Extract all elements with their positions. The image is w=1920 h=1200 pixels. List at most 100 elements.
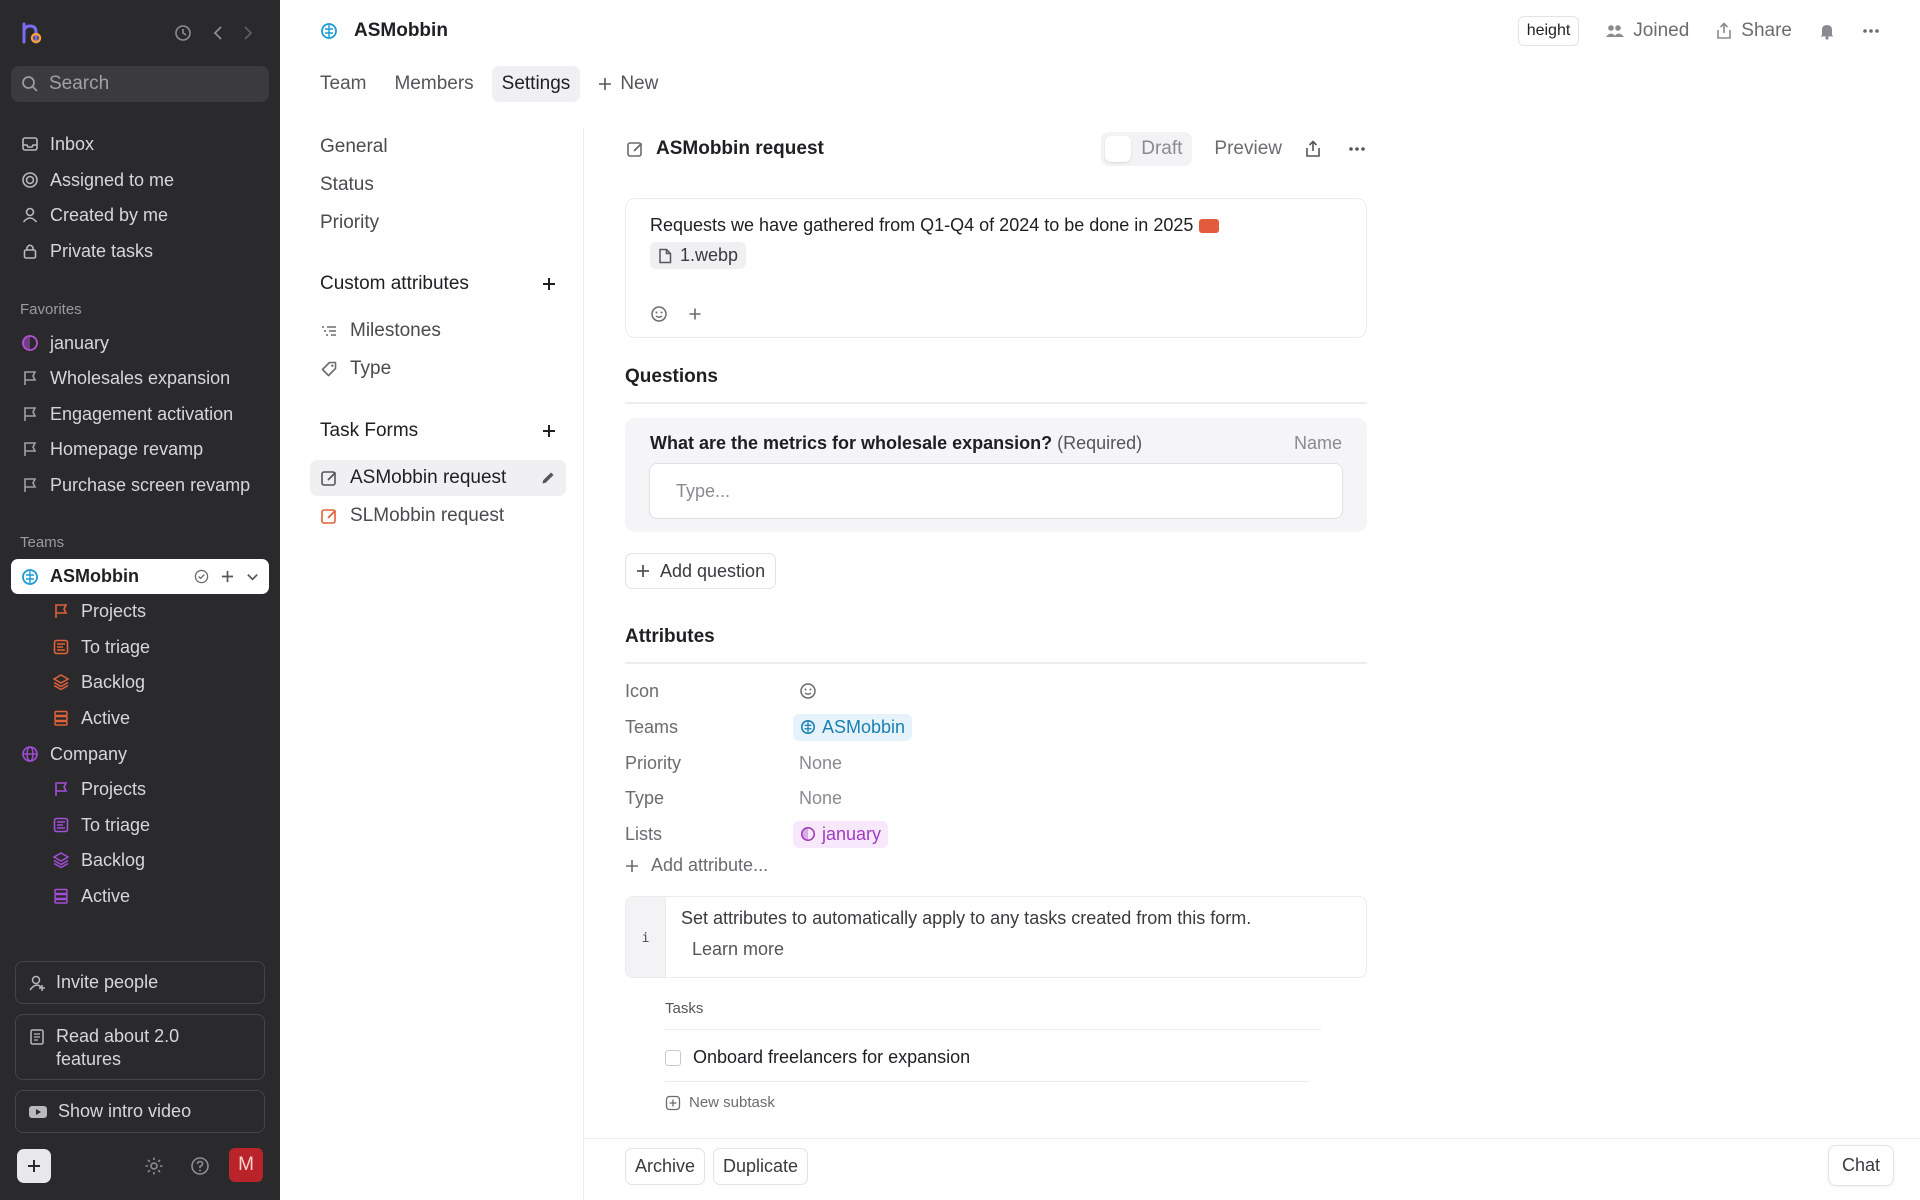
company-active[interactable]: Active xyxy=(11,879,269,913)
team-backlog[interactable]: Backlog xyxy=(11,665,269,699)
team-chip[interactable]: ASMobbin xyxy=(793,713,913,741)
sidebar-team-asmobbin[interactable]: ASMobbin xyxy=(11,559,269,594)
app-logo-icon[interactable] xyxy=(18,20,44,46)
sidebar-search[interactable] xyxy=(11,66,269,102)
favorite-engagement-activation[interactable]: Engagement activation xyxy=(11,397,269,431)
forward-arrow-icon[interactable] xyxy=(236,21,260,45)
user-plus-icon xyxy=(28,974,46,992)
new-tab-button[interactable]: New xyxy=(588,66,668,102)
task-checkbox[interactable] xyxy=(665,1049,681,1066)
settings-general[interactable]: General xyxy=(320,136,388,158)
favorite-purchase-screen-revamp[interactable]: Purchase screen revamp xyxy=(11,468,269,502)
emoji-picker-icon[interactable] xyxy=(799,682,817,700)
tasks-heading: Tasks xyxy=(665,1000,1321,1030)
more-options-icon[interactable] xyxy=(1862,28,1880,34)
emoji-icon[interactable] xyxy=(650,305,668,323)
plus-icon xyxy=(636,564,650,578)
favorite-wholesales-expansion[interactable]: Wholesales expansion xyxy=(11,361,269,395)
duplicate-button[interactable]: Duplicate xyxy=(713,1148,809,1185)
sidebar-item-inbox[interactable]: Inbox xyxy=(11,127,269,161)
flag-icon xyxy=(51,779,71,799)
back-arrow-icon[interactable] xyxy=(206,21,230,45)
tab-members[interactable]: Members xyxy=(384,66,483,102)
archive-button[interactable]: Archive xyxy=(625,1148,706,1185)
custom-attribute-type[interactable]: Type xyxy=(310,351,566,387)
company-projects[interactable]: Projects xyxy=(11,772,269,806)
sidebar-item-private[interactable]: Private tasks xyxy=(11,234,269,268)
attachment-chip[interactable]: 1.webp xyxy=(650,242,747,269)
page-header: ASMobbin height Joined Share Team Member… xyxy=(280,0,1920,128)
form-description[interactable]: Requests we have gathered from Q1-Q4 of … xyxy=(625,198,1367,338)
toggle-switch[interactable] xyxy=(1105,136,1132,162)
chevron-down-icon[interactable] xyxy=(246,570,259,583)
priority-value[interactable]: None xyxy=(799,753,842,774)
share-button[interactable]: Share xyxy=(1715,20,1792,42)
bell-icon[interactable] xyxy=(1818,22,1836,40)
team-active[interactable]: Active xyxy=(11,701,269,735)
list-chip[interactable]: january xyxy=(793,820,889,848)
new-subtask-button[interactable]: New subtask xyxy=(665,1094,775,1111)
type-value[interactable]: None xyxy=(799,788,842,809)
form-edit-icon xyxy=(626,140,644,158)
read-about-button[interactable]: Read about 2.0 features xyxy=(15,1014,265,1080)
learn-more-link[interactable]: Learn more xyxy=(692,939,784,960)
sidebar-team-company[interactable]: Company xyxy=(11,737,269,771)
joined-label: Joined xyxy=(1633,20,1690,41)
settings-gear-icon[interactable] xyxy=(143,1155,165,1177)
share-icon[interactable] xyxy=(1304,140,1322,158)
add-task-form-plus-icon[interactable] xyxy=(542,424,556,438)
question-card[interactable]: What are the metrics for wholesale expan… xyxy=(625,418,1367,532)
favorite-homepage-revamp[interactable]: Homepage revamp xyxy=(11,432,269,466)
form-title: ASMobbin request xyxy=(626,138,824,160)
question-type[interactable]: Name xyxy=(1294,433,1342,454)
task-row[interactable]: Onboard freelancers for expansion xyxy=(665,1034,1309,1082)
settings-status[interactable]: Status xyxy=(320,174,374,196)
workspace-badge[interactable]: height xyxy=(1517,16,1580,46)
tab-settings[interactable]: Settings xyxy=(491,66,581,102)
help-icon[interactable] xyxy=(189,1155,211,1177)
add-attribute-plus-icon[interactable] xyxy=(542,277,556,291)
joined-button[interactable]: Joined xyxy=(1605,20,1689,42)
create-plus-button[interactable] xyxy=(17,1149,51,1183)
favorite-label: january xyxy=(50,332,110,353)
intro-video-button[interactable]: Show intro video xyxy=(15,1090,265,1133)
task-form-asmobbin-request[interactable]: ASMobbin request xyxy=(310,460,566,496)
invite-people-button[interactable]: Invite people xyxy=(15,961,265,1004)
task-forms-heading: Task Forms xyxy=(320,420,556,442)
settings-priority[interactable]: Priority xyxy=(320,212,379,234)
task-form-slmobbin-request[interactable]: SLMobbin request xyxy=(310,498,566,534)
question-text: What are the metrics for wholesale expan… xyxy=(650,433,1053,453)
team-projects[interactable]: Projects xyxy=(11,594,269,628)
sidebar-item-created[interactable]: Created by me xyxy=(11,198,269,232)
plus-icon[interactable] xyxy=(221,570,234,583)
favorite-january[interactable]: january xyxy=(11,326,269,360)
company-to-triage[interactable]: To triage xyxy=(11,808,269,842)
plus-icon[interactable] xyxy=(686,305,704,323)
custom-attribute-milestones[interactable]: Milestones xyxy=(310,313,566,349)
form-title-text: ASMobbin request xyxy=(656,138,824,159)
pencil-icon[interactable] xyxy=(540,470,556,486)
team-sub-label: Projects xyxy=(81,600,147,621)
search-input[interactable] xyxy=(49,73,249,95)
sidebar-item-assigned[interactable]: Assigned to me xyxy=(11,163,269,197)
list-circle-icon xyxy=(800,826,816,842)
team-to-triage[interactable]: To triage xyxy=(11,630,269,664)
tab-team[interactable]: Team xyxy=(310,66,376,102)
question-answer-input[interactable] xyxy=(649,463,1343,519)
more-options-icon[interactable] xyxy=(1338,146,1366,152)
team-label: Company xyxy=(50,743,128,764)
history-icon[interactable] xyxy=(171,21,195,45)
sidebar-top-bar xyxy=(0,0,280,64)
add-attribute-button[interactable]: Add attribute... xyxy=(625,855,768,876)
check-circle-icon[interactable] xyxy=(194,569,209,584)
attributes-heading: Attributes xyxy=(625,626,1367,664)
company-backlog[interactable]: Backlog xyxy=(11,843,269,877)
list-indent-icon xyxy=(320,322,338,340)
avatar[interactable]: M xyxy=(229,1148,263,1182)
chat-button[interactable]: Chat xyxy=(1827,1145,1894,1186)
preview-button[interactable]: Preview xyxy=(1208,138,1288,160)
draft-toggle[interactable]: Draft xyxy=(1101,132,1193,166)
user-icon xyxy=(20,205,40,225)
favorites-heading: Favorites xyxy=(20,301,82,318)
add-question-button[interactable]: Add question xyxy=(625,553,777,589)
